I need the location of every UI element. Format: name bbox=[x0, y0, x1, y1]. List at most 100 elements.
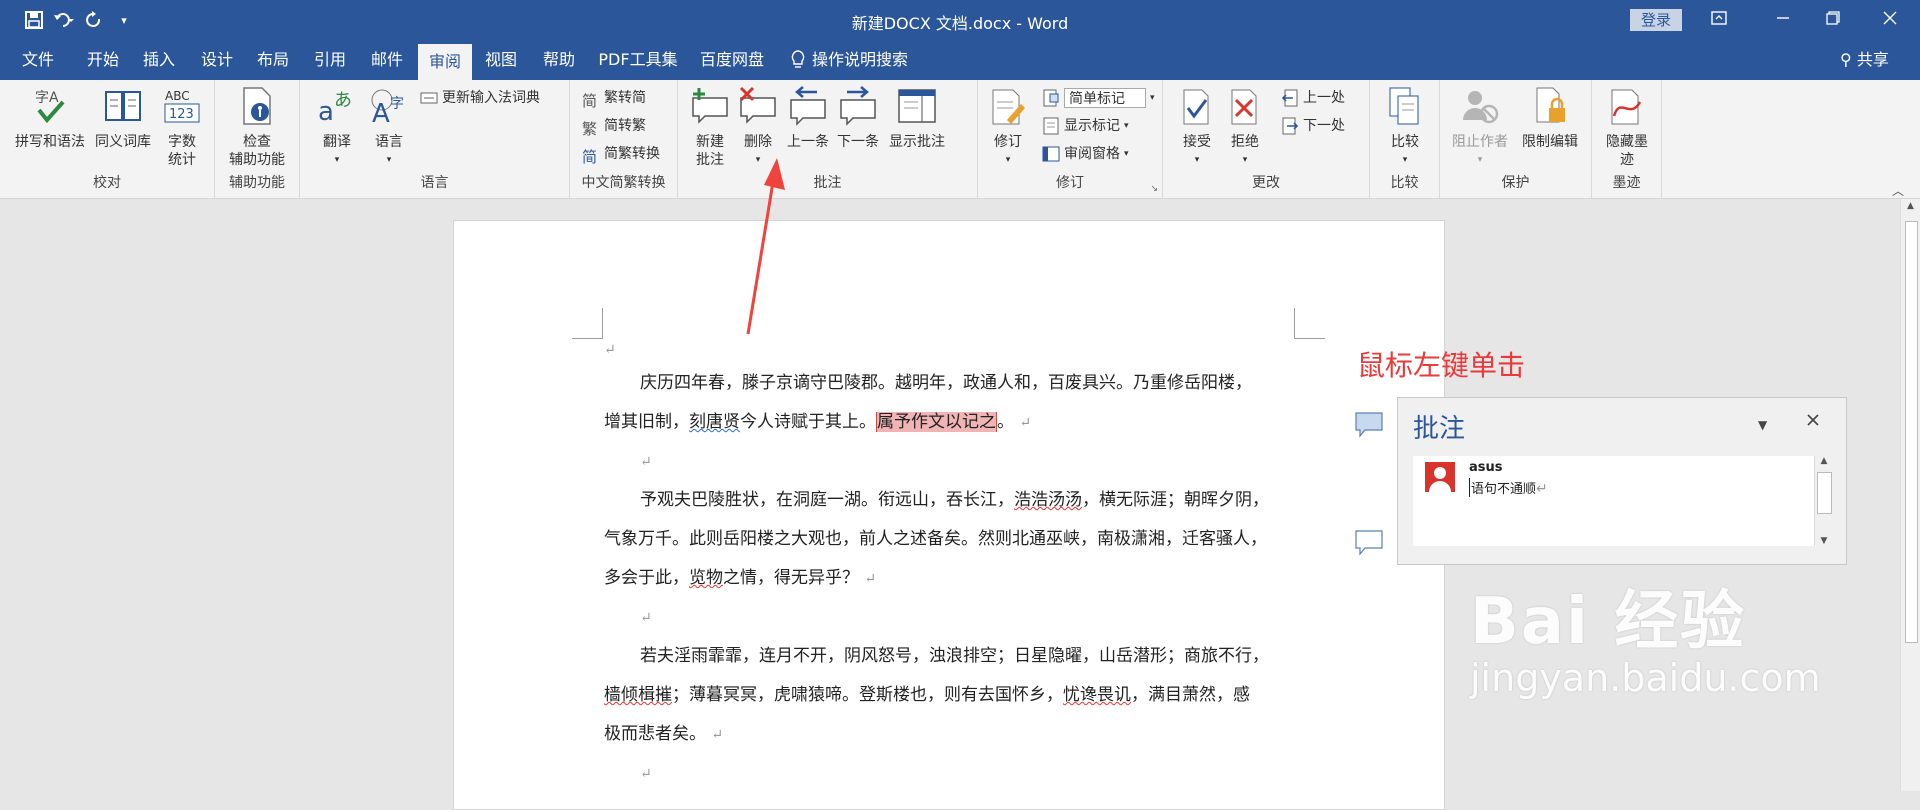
markup-display-combo[interactable]: 简单标记 ▾ bbox=[1042, 86, 1155, 110]
group-label: 修订 bbox=[1056, 175, 1084, 191]
paragraph-2-line-3[interactable]: 多会于此，览物之情，得无异乎？ ↵ bbox=[604, 559, 1294, 599]
check-accessibility-button[interactable]: 检查 辅助功能 bbox=[221, 86, 293, 169]
scroll-thumb[interactable] bbox=[1905, 221, 1918, 643]
group-chinese-conversion: 简 繁转简 繁 简转繁 简 简繁转换 中文简繁转换 bbox=[570, 80, 678, 198]
comment-balloon-icon[interactable] bbox=[1355, 412, 1383, 438]
comment-author: asus bbox=[1469, 460, 1503, 475]
group-language: aあ 翻译 ▾ A字 语言 ▾ 更新输入法词典 语言 bbox=[300, 80, 570, 198]
new-comment-button[interactable]: 新建 批注 bbox=[688, 86, 732, 169]
tab-layout[interactable]: 布局 bbox=[250, 40, 296, 80]
ribbon-display-options-icon[interactable] bbox=[1699, 6, 1739, 34]
update-ime-dictionary-button[interactable]: 更新输入法词典 bbox=[420, 86, 540, 110]
track-changes-button[interactable]: 修订 ▾ bbox=[986, 86, 1030, 169]
tab-review[interactable]: 审阅 bbox=[418, 44, 472, 80]
reviewing-pane-button[interactable]: 审阅窗格 ▾ bbox=[1042, 142, 1129, 166]
simplified-char-icon: 繁 bbox=[582, 120, 598, 138]
restore-icon[interactable] bbox=[1813, 6, 1853, 34]
previous-comment-button[interactable]: 上一条 bbox=[784, 86, 832, 151]
next-comment-button[interactable]: 下一条 bbox=[834, 86, 882, 151]
close-pane-icon[interactable] bbox=[1806, 412, 1820, 431]
tab-file[interactable]: 文件 bbox=[14, 40, 62, 80]
paragraph-1-line-2[interactable]: 增其旧制，刻唐贤今人诗赋于其上。属予作文以记之。 ↵ bbox=[604, 403, 1294, 443]
previous-change-button[interactable]: 上一处 bbox=[1281, 86, 1345, 110]
compare-button[interactable]: 比较 ▾ bbox=[1382, 86, 1428, 169]
scroll-down-icon[interactable]: ▼ bbox=[1815, 536, 1833, 546]
restrict-editing-button[interactable]: 限制编辑 bbox=[1516, 86, 1584, 151]
pane-title: 批注 bbox=[1413, 414, 1466, 444]
document-scrollbar[interactable]: ▲ bbox=[1900, 199, 1920, 791]
paragraph-2[interactable]: 予观夫巴陵胜状，在洞庭一湖。衔远山，吞长江，浩浩汤汤，横无际涯；朝晖夕阴， bbox=[604, 481, 1294, 520]
minimize-icon[interactable] bbox=[1763, 6, 1803, 34]
share-label: 共享 bbox=[1856, 50, 1889, 69]
svg-text:字: 字 bbox=[390, 96, 404, 112]
tab-pdf-tools[interactable]: PDF工具集 bbox=[594, 40, 682, 80]
new-comment-icon bbox=[692, 88, 728, 124]
tab-mailings[interactable]: 邮件 bbox=[364, 40, 410, 80]
accept-button[interactable]: 接受 ▾ bbox=[1175, 86, 1219, 169]
show-comments-button[interactable]: 显示批注 bbox=[884, 86, 950, 151]
tab-design[interactable]: 设计 bbox=[194, 40, 240, 80]
lightbulb-icon bbox=[791, 50, 805, 68]
svg-text:ABC: ABC bbox=[165, 89, 190, 103]
next-change-icon bbox=[1282, 117, 1299, 135]
next-change-button[interactable]: 下一处 bbox=[1281, 114, 1345, 138]
to-simplified-button[interactable]: 简 繁转简 bbox=[582, 86, 646, 110]
pane-options-icon[interactable]: ▼ bbox=[1758, 418, 1767, 432]
paragraph-2-line-2[interactable]: 气象万千。此则岳阳楼之大观也，前人之述备矣。然则北通巫峡，南极潇湘，迁客骚人， bbox=[604, 520, 1294, 559]
tab-help[interactable]: 帮助 bbox=[536, 40, 582, 80]
show-comments-icon bbox=[898, 89, 936, 123]
scroll-up-icon[interactable]: ▲ bbox=[1901, 201, 1920, 211]
book-icon bbox=[105, 91, 141, 121]
accept-icon bbox=[1183, 89, 1209, 125]
paragraph-3[interactable]: 若夫淫雨霏霏，连月不开，阴风怒号，浊浪排空；日星隐曜，山岳潜形；商旅不行， bbox=[604, 637, 1294, 676]
group-accessibility: 检查 辅助功能 辅助功能 bbox=[215, 80, 300, 198]
collapse-ribbon-icon[interactable]: ︿ bbox=[1892, 182, 1904, 199]
ribbon-tab-bar: 文件 开始 插入 设计 布局 引用 邮件 审阅 视图 帮助 PDF工具集 百度网… bbox=[0, 40, 1920, 80]
comment-thread[interactable]: asus 语句不通顺↵ ▲ ▼ bbox=[1413, 456, 1833, 546]
reject-button[interactable]: 拒绝 ▾ bbox=[1223, 86, 1267, 169]
comment-text[interactable]: 语句不通顺↵ bbox=[1469, 478, 1548, 497]
scroll-thumb[interactable] bbox=[1817, 472, 1832, 514]
scroll-up-icon[interactable]: ▲ bbox=[1815, 456, 1833, 466]
empty-paragraph: ↵ bbox=[640, 766, 652, 782]
traditional-char-icon: 简 bbox=[582, 92, 598, 110]
group-label: 校对 bbox=[93, 175, 121, 191]
tab-view[interactable]: 视图 bbox=[478, 40, 524, 80]
language-button[interactable]: A字 语言 ▾ bbox=[364, 86, 414, 169]
thesaurus-button[interactable]: 同义词库 bbox=[92, 86, 154, 151]
crop-mark bbox=[572, 308, 603, 339]
block-authors-button[interactable]: 阻止作者 ▾ bbox=[1448, 86, 1512, 169]
group-tracking: 修订 ▾ 简单标记 ▾ 显示标记 ▾ 审阅窗格 ▾ 修订 ↘ bbox=[978, 80, 1163, 198]
tab-references[interactable]: 引用 bbox=[307, 40, 353, 80]
show-markup-button[interactable]: 显示标记 ▾ bbox=[1042, 114, 1129, 138]
group-label: 保护 bbox=[1501, 175, 1530, 191]
previous-change-icon bbox=[1281, 89, 1298, 107]
tab-insert[interactable]: 插入 bbox=[136, 40, 182, 80]
dialog-launcher-icon[interactable]: ↘ bbox=[1150, 184, 1158, 194]
translate-button[interactable]: aあ 翻译 ▾ bbox=[312, 86, 362, 169]
comment-scrollbar[interactable]: ▲ ▼ bbox=[1814, 456, 1833, 546]
tab-home[interactable]: 开始 bbox=[80, 40, 126, 80]
title-bar: ▾ 新建DOCX 文档.docx - Word 登录 bbox=[0, 0, 1920, 40]
to-traditional-button[interactable]: 繁 简转繁 bbox=[582, 114, 646, 138]
tab-baidu-netdisk[interactable]: 百度网盘 bbox=[694, 40, 770, 80]
convert-button[interactable]: 简 简繁转换 bbox=[582, 142, 660, 166]
svg-text:123: 123 bbox=[169, 107, 194, 122]
comment-balloon-icon[interactable] bbox=[1355, 530, 1383, 556]
svg-text:あ: あ bbox=[334, 90, 352, 111]
login-button[interactable]: 登录 bbox=[1630, 9, 1682, 31]
share-button[interactable]: ⚲ 共享 bbox=[1840, 40, 1889, 80]
tell-me-search[interactable]: 操作说明搜索 bbox=[790, 40, 910, 80]
paragraph-3-line-2[interactable]: 樯倾楫摧；薄暮冥冥，虎啸猿啼。登斯楼也，则有去国怀乡，忧谗畏讥，满目萧然，感 bbox=[604, 676, 1294, 715]
spelling-grammar-button[interactable]: 字A 拼写和语法 bbox=[10, 86, 90, 151]
group-label: 比较 bbox=[1390, 175, 1419, 191]
group-compare: 比较 ▾ 比较 bbox=[1370, 80, 1440, 198]
close-window-icon[interactable] bbox=[1870, 6, 1910, 34]
paragraph-1[interactable]: 庆历四年春，滕子京谪守巴陵郡。越明年，政通人和，百废具兴。乃重修岳阳楼， bbox=[604, 364, 1294, 403]
commented-text-highlight[interactable]: 属予作文以记之 bbox=[876, 412, 997, 432]
paragraph-3-line-3[interactable]: 极而悲者矣。 ↵ bbox=[604, 715, 1294, 755]
svg-text:a: a bbox=[318, 97, 334, 126]
comment-pane: 批注 ▼ asus 语句不通顺↵ ▲ ▼ bbox=[1397, 397, 1847, 565]
word-count-button[interactable]: ABC 123 字数 统计 bbox=[156, 86, 208, 169]
hide-ink-button[interactable]: 隐藏墨 迹 bbox=[1600, 86, 1654, 169]
